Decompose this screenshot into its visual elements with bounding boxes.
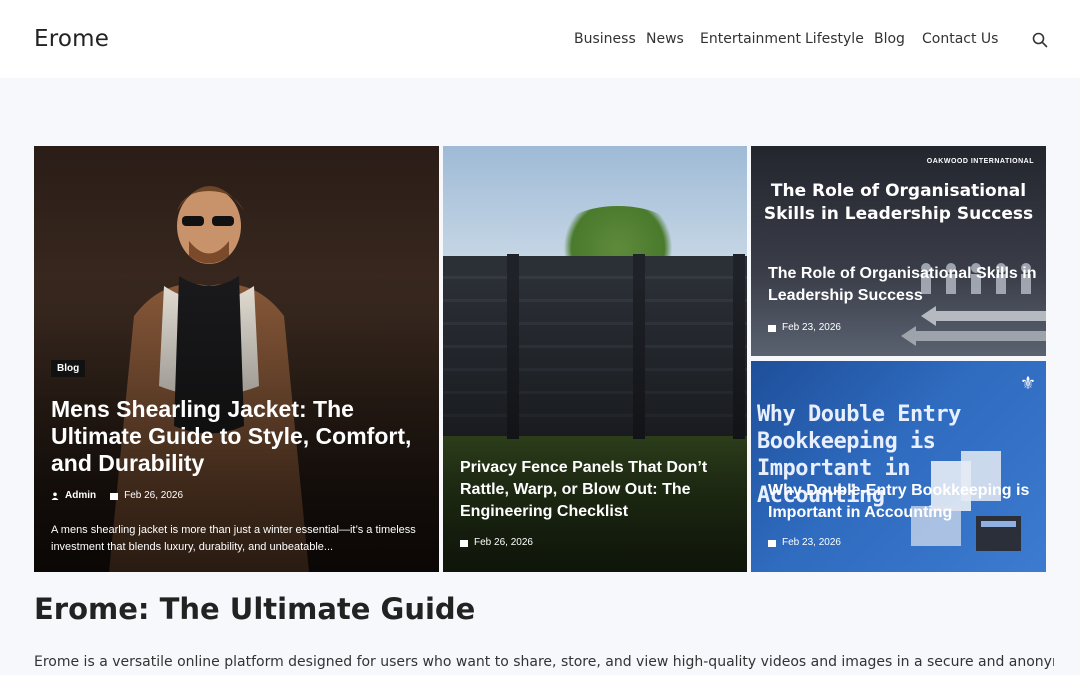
site-logo[interactable]: Erome	[34, 26, 109, 52]
card-gradient-overlay	[443, 273, 747, 572]
search-icon[interactable]	[1031, 31, 1049, 49]
oakwood-logo: OAKWOOD INTERNATIONAL	[926, 158, 1034, 165]
calendar-icon	[110, 492, 119, 500]
post-meta: Feb 23, 2026	[768, 322, 855, 333]
post-meta: Feb 23, 2026	[768, 537, 855, 548]
post-meta: Feb 26, 2026	[460, 537, 547, 548]
featured-card-double-entry-bookkeeping[interactable]: ⚜ Why Double Entry Bookkeeping is Import…	[751, 361, 1046, 572]
nav-news[interactable]: News	[646, 31, 700, 47]
post-date: Feb 23, 2026	[782, 537, 841, 548]
featured-title[interactable]: Why Double-Entry Bookkeeping is Importan…	[768, 480, 1038, 524]
main-nav: Business News Entertainment Lifestyle Bl…	[574, 31, 1002, 47]
nav-entertainment[interactable]: Entertainment	[700, 31, 805, 47]
post-excerpt: A mens shearling jacket is more than jus…	[51, 524, 416, 553]
featured-title[interactable]: Privacy Fence Panels That Don’t Rattle, …	[460, 457, 730, 523]
post-meta: Admin Feb 26, 2026	[51, 490, 197, 501]
nav-lifestyle[interactable]: Lifestyle	[805, 31, 874, 47]
image-headline: The Role of Organisational Skills in Lea…	[763, 181, 1034, 224]
post-date: Feb 23, 2026	[782, 322, 841, 333]
site-header: Erome Business News Entertainment Lifest…	[0, 0, 1080, 78]
article-heading: Erome: The Ultimate Guide	[34, 592, 476, 626]
user-icon	[51, 492, 59, 500]
calendar-icon	[460, 539, 468, 547]
shield-logo-icon: ⚜	[1019, 373, 1036, 393]
article-intro: Erome is a versatile online platform des…	[34, 654, 1054, 670]
nav-blog[interactable]: Blog	[874, 31, 922, 47]
featured-card-shearling-jacket[interactable]: Blog Mens Shearling Jacket: The Ultimate…	[34, 146, 439, 572]
featured-card-privacy-fence[interactable]: Privacy Fence Panels That Don’t Rattle, …	[443, 146, 747, 572]
calendar-icon	[768, 539, 776, 547]
featured-card-organisational-skills[interactable]: OAKWOOD INTERNATIONAL The Role of Organi…	[751, 146, 1046, 356]
post-date: Feb 26, 2026	[474, 537, 533, 548]
calendar-icon	[768, 324, 776, 332]
post-date: Feb 26, 2026	[124, 490, 184, 501]
nav-contact-us[interactable]: Contact Us	[922, 31, 1002, 47]
featured-title[interactable]: Mens Shearling Jacket: The Ultimate Guid…	[51, 396, 431, 477]
post-author[interactable]: Admin	[65, 490, 96, 501]
nav-business[interactable]: Business	[574, 31, 646, 47]
featured-title[interactable]: The Role of Organisational Skills in Lea…	[768, 263, 1038, 307]
category-badge[interactable]: Blog	[51, 360, 86, 377]
